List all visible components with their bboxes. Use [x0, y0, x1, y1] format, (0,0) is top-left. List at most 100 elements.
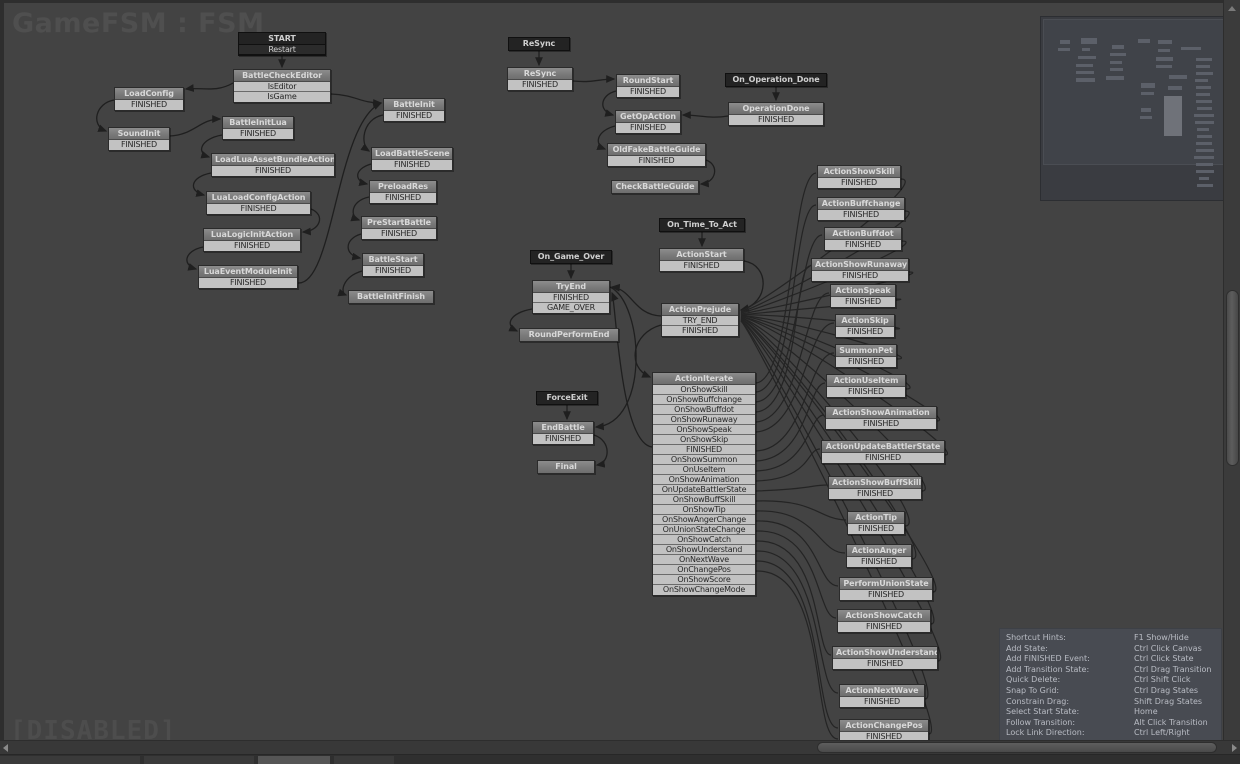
state-event[interactable]: FINISHED: [533, 434, 593, 444]
state-event[interactable]: FINISHED: [836, 357, 896, 367]
state-event[interactable]: FINISHED: [831, 297, 895, 307]
state-event[interactable]: FINISHED: [840, 697, 924, 707]
scroll-left-arrow-icon[interactable]: [3, 744, 8, 752]
state-event[interactable]: FINISHED: [617, 87, 679, 97]
fsm-state-node-ev-ongameover[interactable]: On_Game_Over: [530, 250, 612, 264]
state-event[interactable]: FINISHED: [833, 659, 937, 669]
fsm-state-node-roundperformend[interactable]: RoundPerformEnd: [519, 328, 619, 342]
fsm-state-node-actioniterate[interactable]: ActionIterate OnShowSkill OnShowBuffchange…: [652, 372, 756, 596]
fsm-state-node-operationdone[interactable]: OperationDone FINISHED: [728, 102, 824, 126]
state-event[interactable]: FINISHED: [822, 453, 944, 463]
state-event[interactable]: OnShowSummon: [653, 455, 755, 465]
fsm-state-node-ev-forceexit[interactable]: ForceExit: [536, 391, 598, 405]
fsm-state-node-actionspeak[interactable]: ActionSpeak FINISHED: [830, 284, 896, 308]
state-event[interactable]: OnChangePos: [653, 565, 755, 575]
fsm-state-node-lualogicinitaction[interactable]: LuaLogicInitAction FINISHED: [203, 228, 301, 252]
fsm-state-node-battleinit[interactable]: BattleInit FINISHED: [383, 98, 445, 122]
fsm-state-node-roundstart[interactable]: RoundStart FINISHED: [616, 74, 680, 98]
state-event[interactable]: FINISHED: [363, 266, 423, 276]
fsm-state-node-summonpet[interactable]: SummonPet FINISHED: [835, 344, 897, 368]
state-event[interactable]: FINISHED: [372, 160, 452, 170]
state-event[interactable]: OnShowAngerChange: [653, 515, 755, 525]
fsm-state-node-battlestart[interactable]: BattleStart FINISHED: [362, 253, 424, 277]
state-event[interactable]: FINISHED: [370, 193, 436, 203]
state-event[interactable]: OnShowScore: [653, 575, 755, 585]
state-event[interactable]: OnShowSkill: [653, 385, 755, 395]
fsm-state-node-actionuseitem[interactable]: ActionUseItem FINISHED: [826, 374, 906, 398]
fsm-state-node-soundinit[interactable]: SoundInit FINISHED: [108, 127, 170, 151]
state-event[interactable]: FINISHED: [825, 240, 901, 250]
state-event[interactable]: FINISHED: [533, 293, 609, 303]
state-event[interactable]: FINISHED: [109, 140, 169, 150]
fsm-state-node-actionanger[interactable]: ActionAnger FINISHED: [846, 544, 912, 568]
state-event[interactable]: FINISHED: [212, 166, 334, 176]
state-event[interactable]: OnShowTip: [653, 505, 755, 515]
state-event[interactable]: OnUpdateBattlerState: [653, 485, 755, 495]
minimap-viewport[interactable]: [1043, 19, 1223, 187]
state-event[interactable]: OnShowChangeMode: [653, 585, 755, 595]
fsm-state-node-battleinitfinish[interactable]: BattleInitFinish: [348, 290, 434, 304]
fsm-state-node-actionshowanimation[interactable]: ActionShowAnimation FINISHED: [825, 406, 937, 430]
fsm-state-node-actionshowrunaway[interactable]: ActionShowRunaway FINISHED: [811, 258, 909, 282]
state-event[interactable]: FINISHED: [662, 326, 738, 336]
state-event[interactable]: FINISHED: [223, 129, 293, 139]
fsm-state-node-ev-onoperationdone[interactable]: On_Operation_Done: [725, 73, 827, 87]
horizontal-scrollbar[interactable]: [0, 740, 1240, 754]
horizontal-scrollbar-thumb[interactable]: [817, 742, 1217, 753]
vertical-scrollbar-thumb[interactable]: [1226, 290, 1239, 466]
fsm-state-node-lualoadconfigaction[interactable]: LuaLoadConfigAction FINISHED: [206, 191, 311, 215]
state-event[interactable]: OnShowBuffdot: [653, 405, 755, 415]
scroll-right-arrow-icon[interactable]: [1232, 744, 1237, 752]
fsm-state-node-actionshowcatch[interactable]: ActionShowCatch FINISHED: [837, 609, 931, 633]
state-event[interactable]: FINISHED: [827, 387, 905, 397]
state-event[interactable]: FINISHED: [384, 111, 444, 121]
fsm-state-node-battlecheckeditor[interactable]: BattleCheckEditor IsEditor IsGame: [233, 69, 331, 103]
fsm-state-node-checkbattleguide[interactable]: CheckBattleGuide: [611, 180, 699, 194]
state-event[interactable]: FINISHED: [848, 524, 904, 534]
state-event[interactable]: FINISHED: [660, 261, 743, 271]
state-event[interactable]: OnShowRunaway: [653, 415, 755, 425]
fsm-state-node-prestartbattle[interactable]: PreStartBattle FINISHED: [361, 216, 437, 240]
state-event[interactable]: FINISHED: [608, 156, 705, 166]
fsm-state-node-actionshowskill[interactable]: ActionShowSkill FINISHED: [817, 165, 901, 189]
state-event[interactable]: FINISHED: [362, 229, 436, 239]
state-event[interactable]: OnShowBuffSkill: [653, 495, 755, 505]
state-event[interactable]: GAME_OVER: [533, 303, 609, 313]
state-event[interactable]: FINISHED: [812, 271, 908, 281]
fsm-state-node-battleinitlua[interactable]: BattleInitLua FINISHED: [222, 116, 294, 140]
state-event[interactable]: FINISHED: [653, 445, 755, 455]
state-event[interactable]: IsGame: [234, 92, 330, 102]
state-event[interactable]: OnShowSkip: [653, 435, 755, 445]
fsm-state-node-resync[interactable]: ReSync FINISHED: [507, 67, 573, 91]
state-event[interactable]: FINISHED: [818, 210, 904, 220]
state-event[interactable]: OnShowSpeak: [653, 425, 755, 435]
fsm-state-node-actionstart[interactable]: ActionStart FINISHED: [659, 248, 744, 272]
state-event[interactable]: OnUnionStateChange: [653, 525, 755, 535]
fsm-state-node-actionbuffdot[interactable]: ActionBuffdot FINISHED: [824, 227, 902, 251]
minimap-panel[interactable]: [1040, 16, 1223, 201]
state-event[interactable]: FINISHED: [836, 327, 894, 337]
state-event[interactable]: FINISHED: [207, 204, 310, 214]
state-event[interactable]: FINISHED: [616, 123, 680, 133]
state-event[interactable]: FINISHED: [829, 489, 921, 499]
fsm-state-node-ev-ontimetoact[interactable]: On_Time_To_Act: [659, 218, 745, 232]
fsm-state-node-loadluaassetbundle[interactable]: LoadLuaAssetBundleAction FINISHED: [211, 153, 335, 177]
fsm-state-node-start[interactable]: START Restart: [238, 32, 326, 56]
state-event[interactable]: FINISHED: [508, 80, 572, 90]
vertical-scrollbar[interactable]: [1223, 0, 1240, 764]
fsm-state-node-actionbuffchange[interactable]: ActionBuffchange FINISHED: [817, 197, 905, 221]
state-event[interactable]: OnNextWave: [653, 555, 755, 565]
state-event[interactable]: FINISHED: [199, 278, 297, 288]
state-event[interactable]: FINISHED: [840, 590, 932, 600]
fsm-state-node-actionnextwave[interactable]: ActionNextWave FINISHED: [839, 684, 925, 708]
fsm-state-node-tryend[interactable]: TryEnd FINISHED GAME_OVER: [532, 280, 610, 314]
fsm-state-node-performunionstate[interactable]: PerformUnionState FINISHED: [839, 577, 933, 601]
state-event[interactable]: OnUseItem: [653, 465, 755, 475]
state-event[interactable]: FINISHED: [729, 115, 823, 125]
fsm-state-node-actionskip[interactable]: ActionSkip FINISHED: [835, 314, 895, 338]
fsm-graph-canvas[interactable]: GameFSM : FSM [DISABLED] START Restart Bat…: [0, 0, 1223, 748]
state-event[interactable]: FINISHED: [838, 622, 930, 632]
fsm-state-node-endbattle[interactable]: EndBattle FINISHED: [532, 421, 594, 445]
state-event[interactable]: TRY_END: [662, 316, 738, 326]
state-event[interactable]: FINISHED: [204, 241, 300, 251]
